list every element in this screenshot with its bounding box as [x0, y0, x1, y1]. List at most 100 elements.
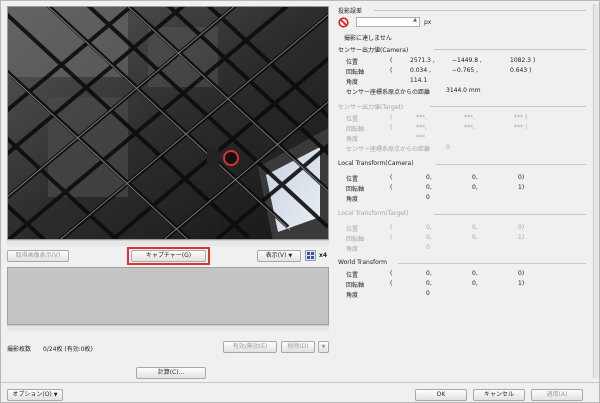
options-button-label: オプション(O): [12, 391, 52, 398]
value-x: 0,: [426, 224, 432, 231]
list-horizontal-scrollbar[interactable]: [7, 325, 329, 331]
sensor-camera-angle-row: 角度 114.1: [346, 77, 586, 87]
local-target-divider: [434, 214, 586, 215]
value-open-paren: (: [390, 234, 393, 241]
distance-label: センサー座標系原点からの距離: [346, 146, 431, 153]
angle-label: 角度: [346, 246, 359, 253]
delete-dropdown-button[interactable]: ▼: [318, 341, 329, 353]
calibration-dialog: 取得画像表示(V) キャプチャー(G) 表示(V) ▼ x4 撮影枚数 0/24…: [0, 0, 600, 403]
value-open-paren: (: [390, 124, 393, 131]
position-label: 位置: [346, 272, 359, 279]
projection-error-status: 撮影に達しません: [344, 35, 392, 42]
rotation-label: 回転軸: [346, 236, 365, 243]
valid-invalid-button[interactable]: 有効/無効(E): [223, 341, 277, 353]
value-z: 1082.3 ): [510, 57, 536, 64]
value-y: ***,: [464, 114, 475, 121]
sensor-camera-rotation-row: 回転軸 ( 0.034 , −0.765 , 0.643 ): [346, 67, 586, 77]
value-y: 0,: [472, 234, 478, 241]
value-y: 0,: [472, 224, 478, 231]
value-open-paren: (: [390, 280, 393, 287]
local-camera-title: Local Transform(Camera): [338, 160, 414, 167]
info-panel: 投影誤差 ▲ px 撮影に達しません センサー出力値(Camera) 位置 ( …: [334, 4, 596, 379]
local-camera-rotation-row: 回転軸 ( 0, 0, 1): [346, 184, 586, 194]
rotation-label: 回転軸: [346, 126, 365, 133]
position-label: 位置: [346, 226, 359, 233]
value-y: 0,: [472, 174, 478, 181]
ok-button[interactable]: OK: [415, 389, 467, 401]
local-target-title: Local Transform(Target): [338, 210, 409, 217]
options-dropdown-button[interactable]: オプション(O) ▼: [7, 389, 63, 401]
distance-value: 3144.0 mm: [446, 87, 481, 94]
bottom-divider: [1, 382, 599, 383]
value-z: 0.643 ): [510, 67, 532, 74]
sensor-target-title: センサー出力値(Target): [338, 104, 404, 111]
value-open-paren: (: [390, 57, 393, 64]
local-target-angle-row: 角度 0: [346, 244, 586, 254]
capture-button[interactable]: キャプチャー(G): [131, 250, 206, 262]
value-open-paren: (: [390, 184, 393, 191]
value-y: 0,: [472, 270, 478, 277]
value-open-paren: (: [390, 174, 393, 181]
angle-label: 角度: [346, 79, 359, 86]
delete-button[interactable]: 削除(D): [281, 341, 315, 353]
world-rotation-row: 回転軸 ( 0, 0, 1): [346, 280, 586, 290]
value-z: 1): [518, 184, 525, 191]
captured-image-list[interactable]: [7, 267, 329, 325]
value-y: 0,: [472, 184, 478, 191]
value-open-paren: (: [390, 270, 393, 277]
projection-error-unit: px: [424, 19, 432, 26]
cancel-button[interactable]: キャンセル: [473, 389, 525, 401]
value-open-paren: (: [390, 114, 393, 121]
value-x: 0,: [426, 174, 432, 181]
local-target-position-row: 位置 ( 0, 0, 0): [346, 224, 586, 234]
camera-preview-image: [8, 7, 328, 239]
chevron-down-icon: ▼: [288, 253, 293, 259]
angle-label: 角度: [346, 136, 359, 143]
camera-preview: [7, 6, 329, 240]
apply-button[interactable]: 適用(A): [531, 389, 583, 401]
local-target-rotation-row: 回転軸 ( 0, 0, 1): [346, 234, 586, 244]
rotation-label: 回転軸: [346, 69, 365, 76]
value-x: ***,: [416, 124, 427, 131]
value-x: 0,: [426, 280, 432, 287]
sensor-camera-position-row: 位置 ( 2571.3 , −1449.8 , 1082.3 ): [346, 57, 586, 67]
zoom-level[interactable]: x4: [319, 252, 327, 259]
caret-icon: ▲: [413, 17, 417, 23]
local-camera-divider: [436, 164, 586, 165]
position-label: 位置: [346, 59, 359, 66]
value-x: 0,: [426, 184, 432, 191]
world-divider: [398, 263, 586, 264]
capture-count-value: 0/24枚 (有効:0枚): [43, 346, 93, 353]
sensor-target-divider: [430, 106, 586, 107]
value-z: 1): [518, 280, 525, 287]
value-open-paren: (: [390, 224, 393, 231]
value-z: 0): [518, 224, 525, 231]
info-panel-scrollbar[interactable]: [593, 4, 599, 378]
local-camera-position-row: 位置 ( 0, 0, 0): [346, 174, 586, 184]
angle-value: 0: [426, 244, 430, 251]
show-captured-image-button[interactable]: 取得画像表示(V): [7, 250, 69, 262]
value-x: 0.034 ,: [410, 67, 431, 74]
sensor-target-distance-row: センサー座標系原点からの距離 0: [346, 144, 586, 154]
calculate-button[interactable]: 計算(C)...: [136, 367, 206, 379]
projection-error-input[interactable]: ▲: [356, 17, 420, 27]
grid-toggle-icon[interactable]: [305, 250, 316, 261]
value-x: ***,: [416, 114, 427, 121]
display-dropdown-button[interactable]: 表示(V) ▼: [257, 250, 301, 262]
chevron-down-icon: ▼: [53, 392, 58, 398]
value-y: 0,: [472, 280, 478, 287]
value-z: *** ): [514, 124, 528, 131]
local-camera-angle-row: 角度 0: [346, 194, 586, 204]
value-z: *** ): [514, 114, 528, 121]
display-button-label: 表示(V): [265, 252, 287, 259]
world-position-row: 位置 ( 0, 0, 0): [346, 270, 586, 280]
value-z: 1): [518, 234, 525, 241]
preview-horizontal-scrollbar[interactable]: [7, 240, 329, 246]
projection-error-title: 投影誤差: [338, 8, 363, 15]
angle-value: ***: [416, 134, 425, 141]
rotation-label: 回転軸: [346, 282, 365, 289]
angle-value: 114.1: [410, 77, 428, 84]
angle-value: 0: [426, 290, 430, 297]
value-x: 0,: [426, 234, 432, 241]
world-angle-row: 角度 0: [346, 290, 586, 300]
